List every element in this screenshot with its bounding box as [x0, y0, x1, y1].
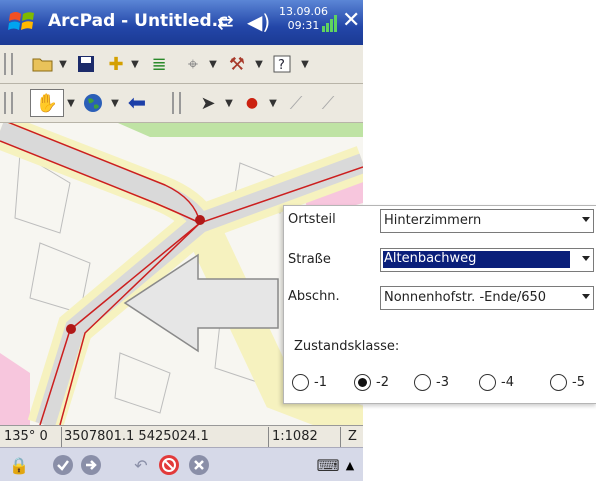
navigation-toolbar: ✋ ▼ ▼ ⬅ ➤ ▼ ● ▼ ⟋ ⟋	[0, 84, 363, 123]
clock-date: 13.09.06	[279, 5, 328, 18]
app-title: ArcPad - Untitled.c	[48, 11, 229, 31]
command-bar: 🔒 ↶ ⌨ ▲	[0, 447, 363, 481]
windows-logo-icon[interactable]	[8, 8, 36, 36]
chevron-down-icon[interactable]	[582, 294, 590, 299]
radio-zustand-3[interactable]: -3	[414, 374, 449, 391]
volume-icon[interactable]: ◀)	[247, 10, 270, 34]
radio-zustand-4[interactable]: -4	[479, 374, 514, 391]
abschnitt-select[interactable]: Nonnenhofstr. -Ende/650	[380, 286, 594, 310]
radio-label: -4	[501, 375, 514, 390]
globe-icon[interactable]	[80, 90, 106, 116]
scale-readout: 1:1082	[272, 429, 318, 444]
ortsteil-value: Hinterzimmern	[384, 213, 482, 228]
radio-label: -5	[572, 375, 585, 390]
main-toolbar: ▼ ✚ ▼ ≣ ⌖ ▼ ⚒ ▼ ? ▼	[0, 45, 363, 84]
chevron-down-icon[interactable]: ▼	[224, 90, 234, 116]
chevron-down-icon[interactable]: ▼	[300, 51, 310, 77]
vertex-point[interactable]	[66, 324, 76, 334]
radio-label: -3	[436, 375, 449, 390]
chevron-down-icon[interactable]: ▼	[58, 51, 68, 77]
clock[interactable]: 13.09.06 09:31	[279, 5, 328, 33]
add-layer-icon[interactable]: ✚	[104, 51, 128, 77]
attribute-form: Ortsteil Hinterzimmern Straße Altenbachw…	[283, 205, 596, 404]
chevron-down-icon[interactable]: ▼	[66, 90, 76, 116]
strasse-select[interactable]: Altenbachweg	[380, 248, 594, 272]
radio-circle[interactable]	[292, 374, 309, 391]
ok-icon[interactable]	[52, 454, 74, 476]
radio-zustand-5[interactable]: -5	[550, 374, 585, 391]
close-icon[interactable]: ✕	[342, 8, 360, 33]
layers-icon[interactable]: ≣	[146, 51, 172, 77]
radio-label: -1	[314, 375, 327, 390]
chevron-down-icon[interactable]	[582, 217, 590, 222]
strasse-value: Altenbachweg	[383, 251, 570, 268]
field-label-ortsteil: Ortsteil	[288, 212, 336, 227]
zoom-label[interactable]: Z	[348, 429, 357, 444]
title-bar: ArcPad - Untitled.c ⇄ ◀) 13.09.06 09:31 …	[0, 0, 363, 45]
radio-zustand-1[interactable]: -1	[292, 374, 327, 391]
tools-icon[interactable]: ⚒	[224, 51, 250, 77]
field-label-abschnitt: Abschn.	[288, 289, 340, 304]
keyboard-icon[interactable]: ⌨	[314, 454, 342, 476]
coordinate-readout: 3507801.1 5425024.1	[64, 429, 209, 444]
svg-text:?: ?	[278, 58, 285, 73]
connection-icon[interactable]: ⇄	[217, 10, 234, 34]
save-icon[interactable]	[74, 51, 98, 77]
status-bar: 135° 0 3507801.1 5425024.1 1:1082 Z	[0, 425, 363, 448]
heading-readout: 135° 0	[4, 429, 48, 444]
open-folder-icon[interactable]	[30, 51, 56, 77]
polygon-icon[interactable]: ⟋	[316, 90, 340, 116]
field-label-strasse: Straße	[288, 252, 331, 267]
chevron-down-icon[interactable]: ▼	[110, 90, 120, 116]
gps-icon[interactable]: ⌖	[180, 51, 206, 77]
radio-circle[interactable]	[479, 374, 496, 391]
undo-icon[interactable]: ↶	[130, 454, 152, 476]
abschnitt-value: Nonnenhofstr. -Ende/650	[384, 290, 547, 305]
polyline-icon[interactable]: ⟋	[284, 90, 308, 116]
pan-hand-icon[interactable]: ✋	[30, 89, 64, 117]
ortsteil-select[interactable]: Hinterzimmern	[380, 209, 594, 233]
chevron-down-icon[interactable]: ▼	[268, 90, 278, 116]
signal-icon	[322, 15, 337, 32]
chevron-down-icon[interactable]: ▼	[130, 51, 140, 77]
radio-circle[interactable]	[550, 374, 567, 391]
lock-icon[interactable]: 🔒	[8, 454, 30, 476]
chevron-down-icon[interactable]: ▼	[254, 51, 264, 77]
radio-zustand-2[interactable]: -2	[354, 374, 389, 391]
cancel-icon[interactable]	[188, 454, 210, 476]
vertex-point[interactable]	[195, 215, 205, 225]
radio-label: -2	[376, 375, 389, 390]
zustandsklasse-title: Zustandsklasse:	[294, 339, 400, 354]
radio-circle[interactable]	[414, 374, 431, 391]
help-icon[interactable]: ?	[270, 51, 294, 77]
forward-icon[interactable]	[80, 454, 102, 476]
toolbar-grip[interactable]	[4, 53, 13, 75]
up-arrow-icon[interactable]: ▲	[342, 454, 358, 476]
stop-icon[interactable]	[158, 454, 180, 476]
clock-time: 09:31	[287, 19, 320, 32]
point-icon[interactable]: ●	[240, 90, 264, 116]
select-pointer-icon[interactable]: ➤	[196, 90, 220, 116]
chevron-down-icon[interactable]	[582, 256, 590, 261]
toolbar-grip[interactable]	[4, 92, 13, 114]
toolbar-grip[interactable]	[172, 92, 181, 114]
radio-circle-selected[interactable]	[354, 374, 371, 391]
back-arrow-icon[interactable]: ⬅	[124, 90, 150, 116]
chevron-down-icon[interactable]: ▼	[208, 51, 218, 77]
